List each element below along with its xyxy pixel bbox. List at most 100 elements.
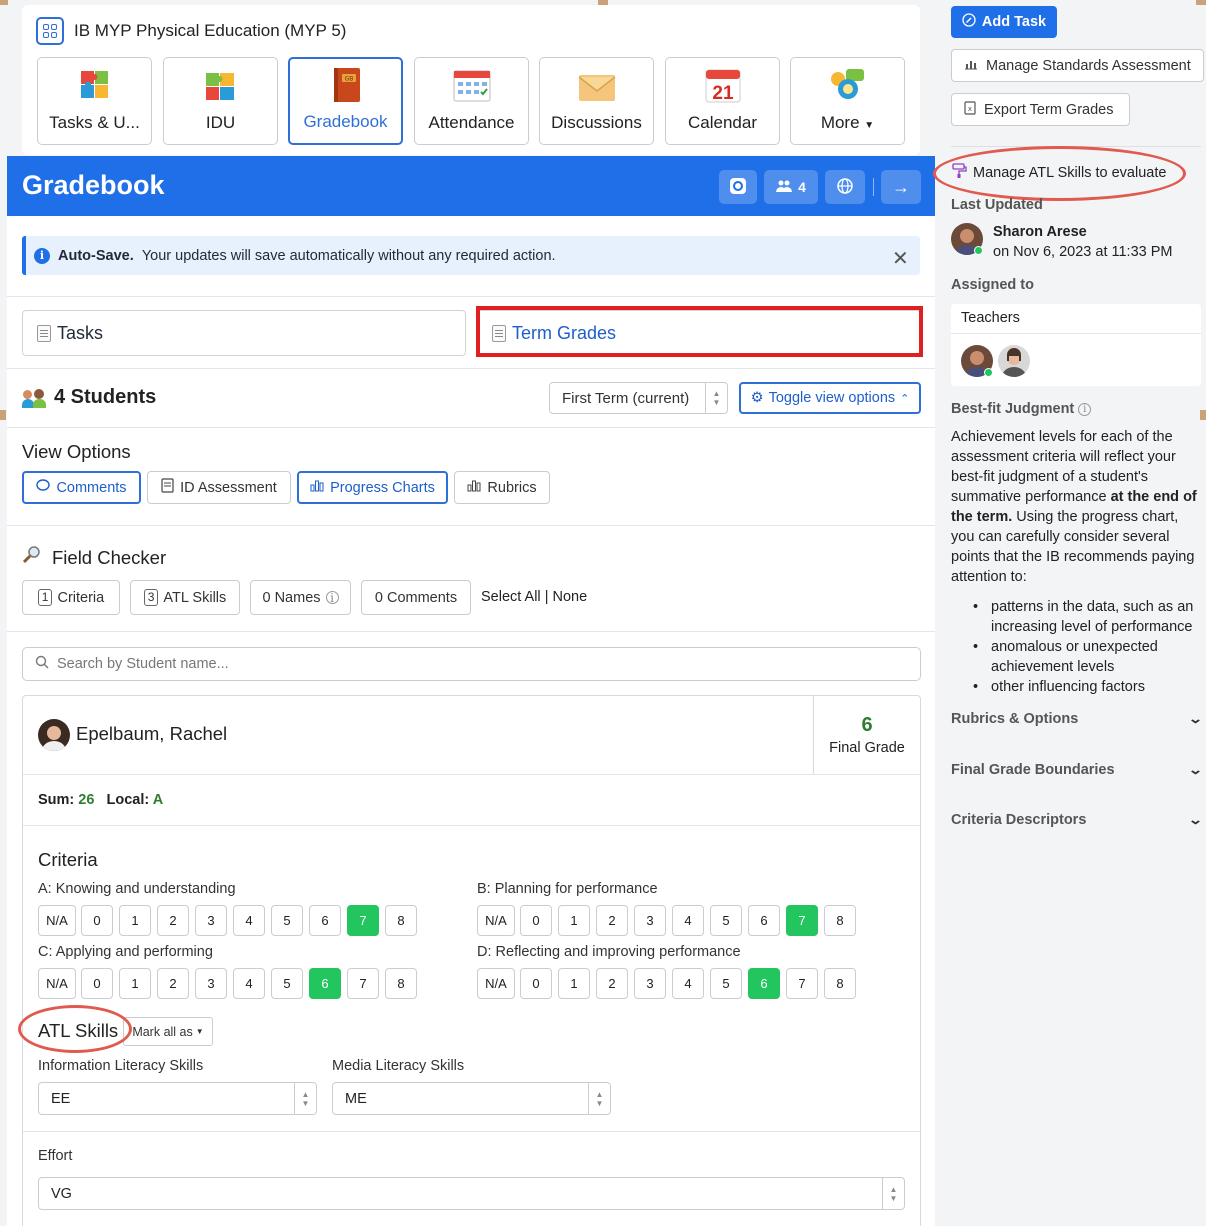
grade-option-button[interactable]: 7 — [786, 968, 818, 999]
grade-option-button[interactable]: 2 — [596, 968, 628, 999]
grade-option-button[interactable]: 4 — [672, 968, 704, 999]
people-button[interactable]: 4 — [764, 170, 818, 204]
grade-option-button[interactable]: 1 — [119, 905, 151, 936]
grade-option-button[interactable]: 3 — [195, 968, 227, 999]
app-tile-discussions[interactable]: Discussions — [539, 57, 654, 145]
add-task-button[interactable]: Add Task — [951, 6, 1057, 38]
grade-option-button[interactable]: 2 — [157, 968, 189, 999]
view-option-comments[interactable]: Comments — [22, 471, 141, 504]
app-tile-calendar[interactable]: 21 Calendar — [665, 57, 780, 145]
grade-option-button[interactable]: 6 — [309, 905, 341, 936]
grade-option-button[interactable]: 3 — [634, 905, 666, 936]
grade-option-button[interactable]: 0 — [520, 905, 552, 936]
caret-down-icon: ▼ — [864, 120, 875, 131]
grade-option-button[interactable]: 7 — [347, 905, 379, 936]
field-checker-item-label: Criteria — [57, 589, 105, 606]
app-tile-attendance[interactable]: Attendance — [414, 57, 529, 145]
field-checker-atl-skills[interactable]: 3 ATL Skills — [130, 580, 240, 615]
bar-chart-icon — [467, 479, 481, 496]
close-icon[interactable]: ✕ — [892, 246, 909, 271]
field-checker-item-label: 0 Comments — [374, 589, 458, 606]
term-select[interactable]: First Term (current) ▲ ▼ — [549, 382, 728, 414]
accordion-criteria-descriptors[interactable]: Criteria Descriptors ⌄ — [951, 812, 1204, 828]
grade-option-button[interactable]: 2 — [596, 905, 628, 936]
field-checker-criteria[interactable]: 1 Criteria — [22, 580, 120, 615]
mark-all-as-dropdown[interactable]: Mark all as ▼ — [123, 1017, 213, 1046]
grade-option-button[interactable]: 8 — [824, 905, 856, 936]
globe-button[interactable] — [825, 170, 865, 204]
avatar — [38, 719, 70, 751]
grade-option-button[interactable]: 1 — [558, 905, 590, 936]
grade-option-button[interactable]: N/A — [477, 905, 515, 936]
grade-option-button[interactable]: 5 — [710, 968, 742, 999]
grade-option-button[interactable]: N/A — [38, 905, 76, 936]
view-option-label: Comments — [56, 479, 127, 496]
student-name: Epelbaum, Rachel — [76, 723, 228, 744]
scan-button[interactable] — [719, 170, 757, 204]
grade-option-button[interactable]: 6 — [309, 968, 341, 999]
grade-option-button[interactable]: N/A — [38, 968, 76, 999]
grade-option-button[interactable]: 0 — [520, 968, 552, 999]
export-term-grades-button[interactable]: x Export Term Grades — [951, 93, 1130, 126]
arrow-right-button[interactable]: → — [881, 170, 921, 204]
caret-down-icon: ▼ — [195, 1027, 204, 1036]
grade-option-button[interactable]: 8 — [385, 968, 417, 999]
information-literacy-select[interactable]: EE ▲ ▼ — [38, 1082, 317, 1115]
chevron-down-icon: ⌄ — [1187, 812, 1204, 827]
online-status-dot — [984, 368, 993, 377]
view-option-progress-charts[interactable]: Progress Charts — [297, 471, 448, 504]
view-option-rubrics[interactable]: Rubrics — [454, 471, 550, 504]
grade-option-button[interactable]: 2 — [157, 905, 189, 936]
grade-option-button[interactable]: 6 — [748, 968, 780, 999]
grade-option-button[interactable]: N/A — [477, 968, 515, 999]
tab-tasks[interactable]: Tasks — [22, 310, 466, 356]
grade-option-button[interactable]: 5 — [271, 905, 303, 936]
app-tile-idu[interactable]: IDU — [163, 57, 278, 145]
arrow-right-icon: → — [892, 176, 910, 197]
toggle-view-options-button[interactable]: ⚙ Toggle view options ⌃ — [739, 382, 921, 414]
select-none-link[interactable]: None — [553, 589, 588, 605]
select-all-link[interactable]: Select All — [481, 589, 541, 605]
grade-option-button[interactable]: 3 — [195, 905, 227, 936]
grade-option-button[interactable]: 4 — [233, 968, 265, 999]
corner-marker — [598, 0, 608, 5]
grade-option-button[interactable]: 4 — [672, 905, 704, 936]
student-search-input[interactable]: Search by Student name... — [22, 647, 921, 681]
app-tile-label: Calendar — [688, 113, 757, 132]
accordion-rubrics-options[interactable]: Rubrics & Options ⌄ — [951, 711, 1203, 727]
app-tile-tasks-units[interactable]: Tasks & U... — [37, 57, 152, 145]
best-fit-title: Best-fit Judgment — [951, 401, 1075, 417]
manage-standards-assessment-button[interactable]: Manage Standards Assessment — [951, 49, 1204, 82]
grade-option-button[interactable]: 7 — [347, 968, 379, 999]
app-tile-more[interactable]: More ▼ — [790, 57, 905, 145]
atl-skill-label: Media Literacy Skills — [332, 1058, 465, 1074]
atl-skill-label: Information Literacy Skills — [38, 1058, 204, 1074]
grade-option-button[interactable]: 3 — [634, 968, 666, 999]
app-tile-label: IDU — [205, 113, 236, 132]
grade-option-button[interactable]: 0 — [81, 905, 113, 936]
select-value: EE — [51, 1090, 71, 1107]
header-divider — [873, 178, 874, 196]
criterion-d: D: Reflecting and improving performance … — [477, 944, 856, 999]
last-updated-label: Last Updated — [951, 197, 1043, 213]
field-checker-comments[interactable]: 0 Comments — [361, 580, 471, 615]
grade-option-button[interactable]: 5 — [271, 968, 303, 999]
grade-option-button[interactable]: 7 — [786, 905, 818, 936]
count-badge: 1 — [37, 589, 53, 606]
grade-option-button[interactable]: 8 — [385, 905, 417, 936]
app-tile-gradebook[interactable]: GB Gradebook — [288, 57, 403, 145]
grade-option-button[interactable]: 8 — [824, 968, 856, 999]
media-literacy-select[interactable]: ME ▲ ▼ — [332, 1082, 611, 1115]
grade-option-button[interactable]: 4 — [233, 905, 265, 936]
gear-icon: ⚙ — [750, 390, 764, 406]
view-option-id-assessment[interactable]: ID Assessment — [147, 471, 291, 504]
accordion-final-grade-boundaries[interactable]: Final Grade Boundaries ⌄ — [951, 762, 1203, 778]
grade-option-button[interactable]: 0 — [81, 968, 113, 999]
grade-option-button[interactable]: 1 — [558, 968, 590, 999]
scan-icon — [729, 177, 747, 198]
grade-option-button[interactable]: 5 — [710, 905, 742, 936]
field-checker-names[interactable]: 0 Names i — [250, 580, 351, 615]
grade-option-button[interactable]: 6 — [748, 905, 780, 936]
grade-option-button[interactable]: 1 — [119, 968, 151, 999]
effort-select[interactable]: VG ▲ ▼ — [38, 1177, 905, 1210]
